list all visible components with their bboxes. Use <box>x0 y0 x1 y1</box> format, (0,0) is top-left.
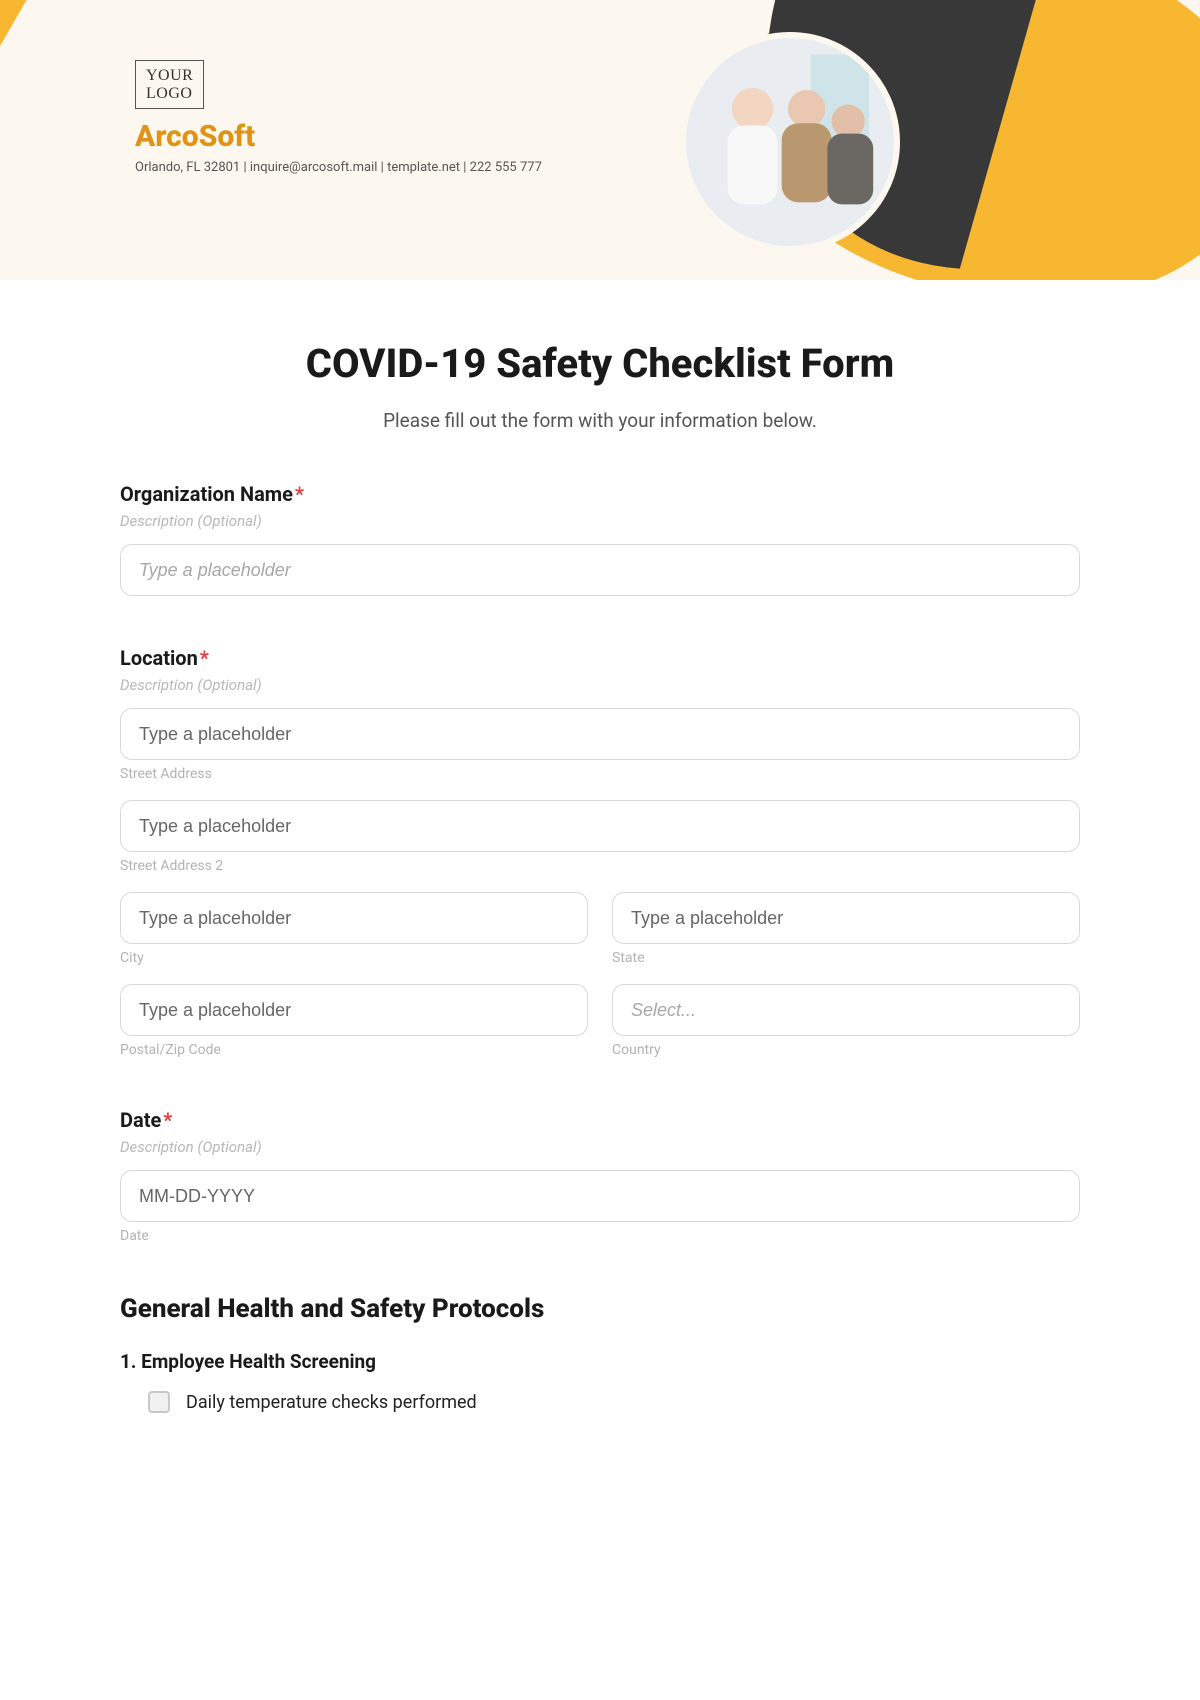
subsection-employee-health: 1. Employee Health Screening <box>120 1350 1080 1373</box>
field-description: Description (Optional) <box>120 512 1080 530</box>
brand-name: ArcoSoft <box>135 119 542 154</box>
logo-placeholder: YOUR LOGO <box>135 60 204 109</box>
brand-block: YOUR LOGO ArcoSoft Orlando, FL 32801 | i… <box>135 60 542 175</box>
section-heading-protocols: General Health and Safety Protocols <box>120 1294 1080 1324</box>
form-title: COVID-19 Safety Checklist Form <box>120 340 1080 387</box>
header-photo <box>680 32 900 252</box>
organization-name-input[interactable] <box>120 544 1080 596</box>
logo-text-line1: YOUR <box>146 67 193 84</box>
required-mark: * <box>163 1108 172 1132</box>
field-label: Organization Name* <box>120 482 1080 506</box>
label-text: Organization Name <box>120 482 293 506</box>
field-location: Location* Description (Optional) Street … <box>120 646 1080 1058</box>
sublabel-country: Country <box>612 1042 1080 1058</box>
sublabel-date: Date <box>120 1228 1080 1244</box>
field-label: Date* <box>120 1108 1080 1132</box>
sublabel-city: City <box>120 950 588 966</box>
city-input[interactable] <box>120 892 588 944</box>
decorative-stripe <box>0 0 57 280</box>
sublabel-street-address: Street Address <box>120 766 1080 782</box>
header-banner: YOUR LOGO ArcoSoft Orlando, FL 32801 | i… <box>0 0 1200 280</box>
postal-code-input[interactable] <box>120 984 588 1036</box>
required-mark: * <box>295 482 304 506</box>
sublabel-street-address-2: Street Address 2 <box>120 858 1080 874</box>
street-address-2-input[interactable] <box>120 800 1080 852</box>
field-label: Location* <box>120 646 1080 670</box>
required-mark: * <box>200 646 209 670</box>
logo-text-line2: LOGO <box>146 85 192 102</box>
checkbox-label: Daily temperature checks performed <box>186 1392 477 1413</box>
checkbox-temperature-checks[interactable] <box>148 1391 170 1413</box>
label-text: Location <box>120 646 198 670</box>
street-address-input[interactable] <box>120 708 1080 760</box>
label-text: Date <box>120 1108 161 1132</box>
form-subtitle: Please fill out the form with your infor… <box>120 409 1080 432</box>
field-description: Description (Optional) <box>120 1138 1080 1156</box>
field-date: Date* Description (Optional) Date <box>120 1108 1080 1244</box>
date-input[interactable] <box>120 1170 1080 1222</box>
country-select[interactable] <box>612 984 1080 1036</box>
checklist-row: Daily temperature checks performed <box>120 1391 1080 1413</box>
form-body: COVID-19 Safety Checklist Form Please fi… <box>0 280 1200 1453</box>
sublabel-state: State <box>612 950 1080 966</box>
field-description: Description (Optional) <box>120 676 1080 694</box>
field-organization-name: Organization Name* Description (Optional… <box>120 482 1080 596</box>
people-illustration-icon <box>686 38 894 246</box>
brand-contact-line: Orlando, FL 32801 | inquire@arcosoft.mai… <box>135 160 542 175</box>
decorative-stripe <box>0 0 35 280</box>
state-input[interactable] <box>612 892 1080 944</box>
sublabel-postal: Postal/Zip Code <box>120 1042 588 1058</box>
